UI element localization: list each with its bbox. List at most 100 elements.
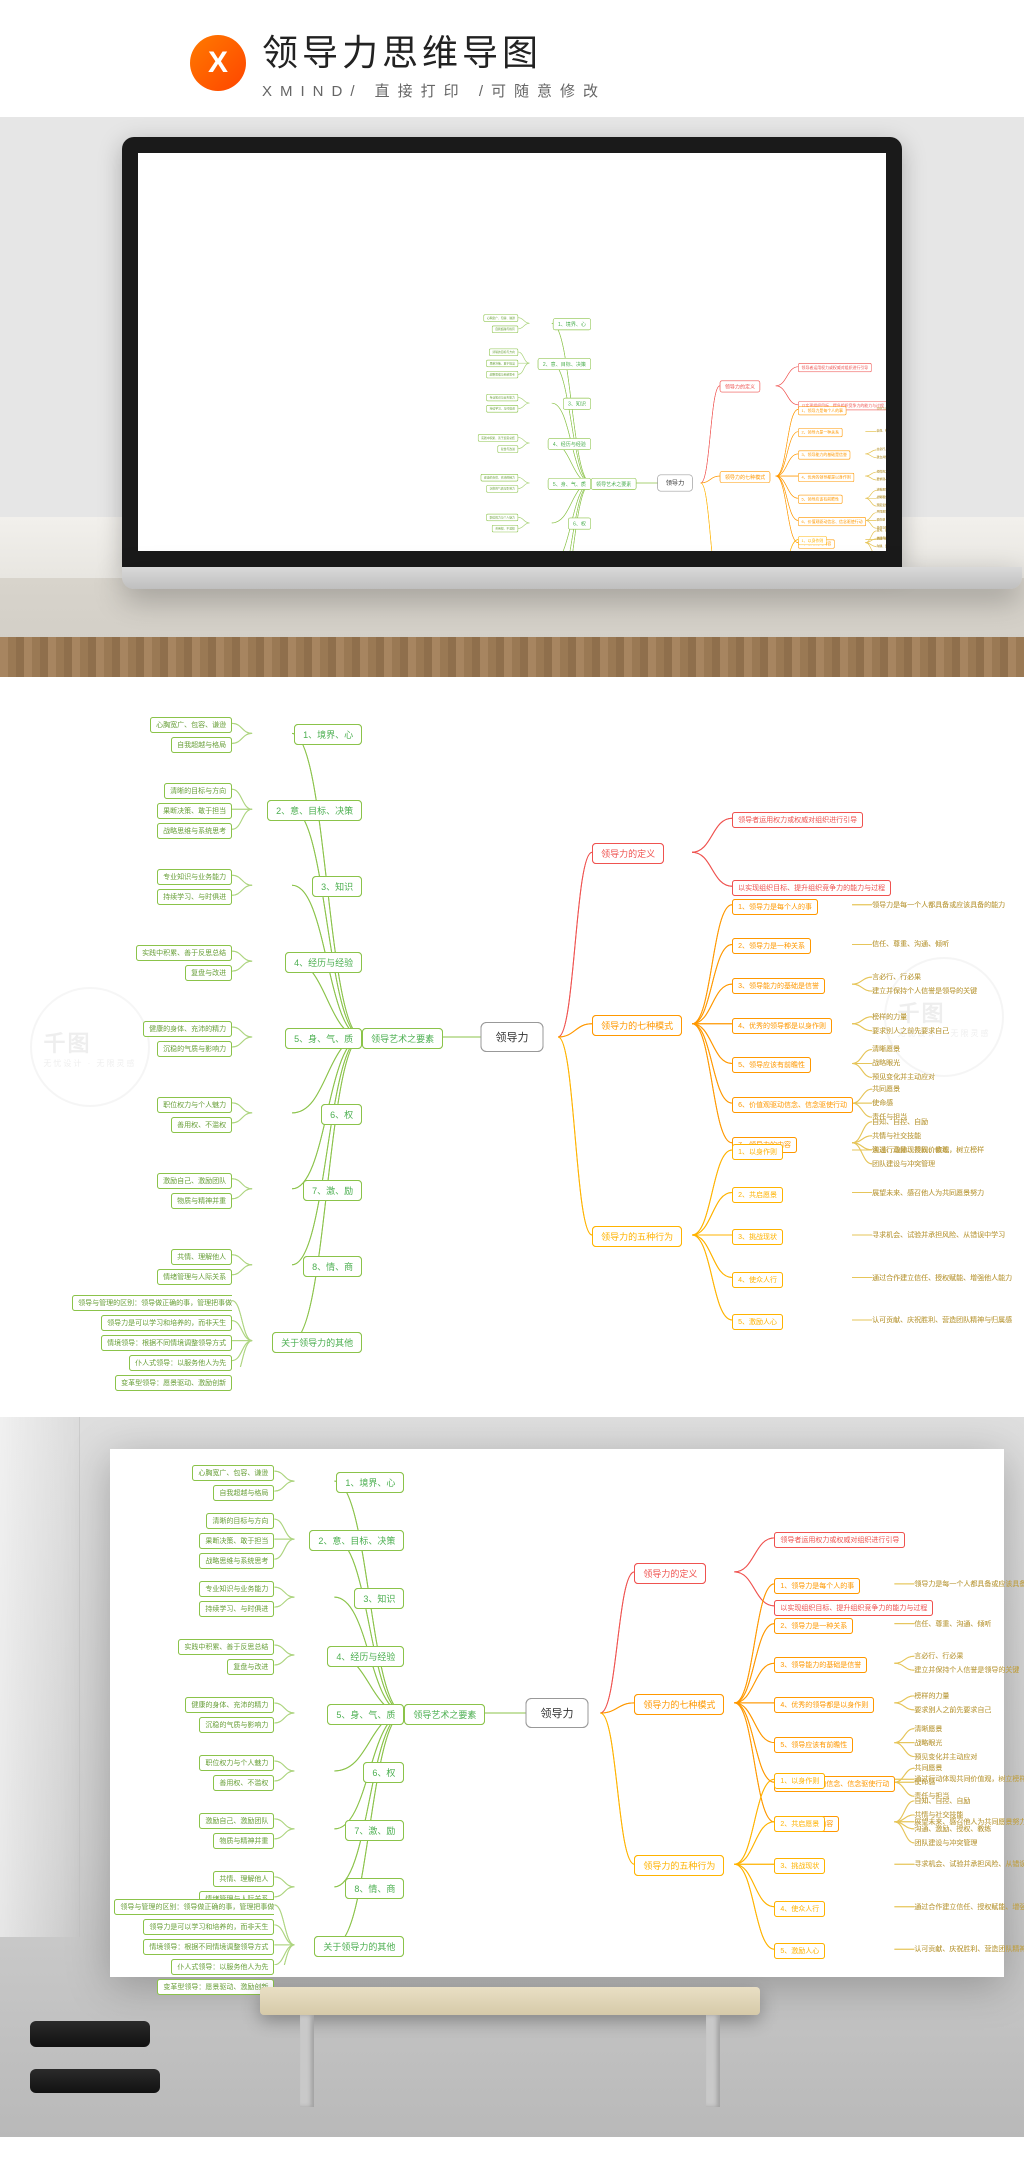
mindmap-leaf: 2、共启愿景 bbox=[732, 1187, 783, 1203]
mindmap-leaf: 4、优秀的领导都是以身作则 bbox=[774, 1697, 874, 1713]
mindmap-leaf: 战略思维与系统思考 bbox=[199, 1553, 274, 1569]
mindmap-center-node: 领导力 bbox=[658, 475, 693, 492]
mindmap-leaf: 5、领导应该有前瞻性 bbox=[799, 495, 843, 504]
mindmap-leaf: 3、挑战现状 bbox=[774, 1858, 825, 1874]
mindmap-leaf: 言必行、行必果 bbox=[914, 1651, 963, 1661]
mindmap-leaf: 领导力是可以学习和培养的，而非天生 bbox=[143, 1919, 274, 1935]
mindmap-leaf: 1、以身作则 bbox=[732, 1144, 783, 1160]
mindmap-leaf: 1、领导力是每个人的事 bbox=[774, 1578, 860, 1594]
office-window bbox=[0, 1417, 80, 1937]
mindmap-branch-left: 2、意、目标、决策 bbox=[309, 1530, 404, 1551]
mindmap-branch-right: 领导力的定义 bbox=[720, 381, 760, 393]
mindmap-leaf: 建立并保持个人信誉是领导的关键 bbox=[877, 455, 902, 459]
mindmap-leaf: 果断决策、敢于担当 bbox=[487, 360, 519, 367]
mindmap-branch-left: 1、境界、心 bbox=[294, 724, 362, 745]
mindmap-leaf: 2、共启愿景 bbox=[799, 560, 828, 567]
mindmap-branch-left: 2、意、目标、决策 bbox=[538, 358, 591, 370]
mindmap-leaf: 要求别人之前先要求自己 bbox=[872, 1026, 949, 1036]
mindmap-leaf: 团队建设与冲突管理 bbox=[872, 1159, 935, 1169]
mindmap-leaf: 物质与精神并重 bbox=[213, 1833, 274, 1849]
mindmap-leaf: 5、领导应该有前瞻性 bbox=[732, 1057, 811, 1073]
mindmap-leaf: 激励自己、激励团队 bbox=[487, 554, 519, 561]
mindmap-leaf: 使命感 bbox=[877, 518, 885, 522]
mindmap-branch-right: 领导力的定义 bbox=[634, 1563, 706, 1584]
mindmap-leaf: 物质与精神并重 bbox=[171, 1193, 232, 1209]
mindmap-leaf: 心胸宽广、包容、谦逊 bbox=[192, 1465, 274, 1481]
mindmap-leaf: 通过行动体现共同价值观，树立榜样 bbox=[872, 1145, 984, 1155]
mindmap-leaf: 自知、自控、自励 bbox=[872, 1117, 928, 1127]
mindmap-branch-left: 关于领导力的其他 bbox=[314, 1936, 404, 1957]
mindmap-leaf: 领导者运用权力或权威对组织进行引导 bbox=[799, 363, 872, 372]
mindmap-leaf: 激励自己、激励团队 bbox=[199, 1813, 274, 1829]
mindmap-leaf: 2、共启愿景 bbox=[774, 1816, 825, 1832]
mindmap-leaf: 2、共启愿景 bbox=[799, 560, 828, 567]
mindmap-branch-left: 4、经历与经验 bbox=[285, 952, 362, 973]
mindmap-leaf: 清晰愿景 bbox=[914, 1724, 942, 1734]
mindmap-leaf: 领导力是每一个人都具备或应该具备的能力 bbox=[914, 1579, 1024, 1589]
office-mockup-section: 领导力领导艺术之要素领导力的定义领导者运用权力或权威对组织进行引导以实现组织目标… bbox=[0, 1417, 1024, 2137]
mindmap-leaf: 寻求机会、试验并承担风险、从错误中学习 bbox=[914, 1859, 1024, 1869]
mindmap-leaf: 通过行动体现共同价值观，树立榜样 bbox=[914, 1774, 1024, 1784]
mindmap-leaf: 战略眼光 bbox=[872, 1058, 900, 1068]
xmind-logo-icon: X bbox=[190, 35, 246, 91]
mindmap-branch-left: 7、激、励 bbox=[303, 1180, 362, 1201]
mindmap-leaf: 战略眼光 bbox=[877, 495, 888, 499]
mindmap-leaf: 6、价值观驱动信念、信念驱使行动 bbox=[732, 1097, 853, 1113]
mindmap-leaf: 持续学习、与时俱进 bbox=[157, 889, 232, 905]
mindmap-leaf: 仆人式领导：以服务他人为先 bbox=[129, 1355, 232, 1371]
mindmap-leaf: 3、领导能力的基础是信誉 bbox=[774, 1657, 867, 1673]
mindmap-leaf: 战略思维与系统思考 bbox=[487, 371, 519, 378]
mindmap-leaf: 沉稳的气质与影响力 bbox=[199, 1717, 274, 1733]
mindmap-leaf: 健康的身体、充沛的精力 bbox=[185, 1697, 274, 1713]
mindmap-leaf: 1、领导力是每个人的事 bbox=[732, 899, 818, 915]
mindmap-leaf: 展望未来、感召他人为共同愿景努力 bbox=[914, 1817, 1024, 1827]
mindmap-leaf: 沉稳的气质与影响力 bbox=[487, 485, 519, 492]
mindmap-leaf: 团队建设与冲突管理 bbox=[914, 1838, 977, 1848]
mindmap-leaf: 使命感 bbox=[872, 1098, 893, 1108]
mindmap-branch-right: 领导力的七种模式 bbox=[592, 1015, 682, 1036]
mindmap-leaf: 建立并保持个人信誉是领导的关键 bbox=[872, 986, 977, 996]
mindmap-leaf: 健康的身体、充沛的精力 bbox=[481, 474, 519, 481]
mindmap-leaf: 实践中积累、善于反思总结 bbox=[178, 1639, 274, 1655]
wall-board: 领导力领导艺术之要素领导力的定义领导者运用权力或权威对组织进行引导以实现组织目标… bbox=[110, 1449, 1004, 1977]
mindmap-leaf: 果断决策、敢于担当 bbox=[157, 803, 232, 819]
mindmap-leaf: 清晰的目标与方向 bbox=[489, 349, 518, 356]
mindmap-leaf: 善用权、不滥权 bbox=[492, 525, 518, 532]
mindmap-leaf: 通过合作建立信任、授权赋能、增强他人能力 bbox=[872, 1273, 1012, 1283]
mindmap-leaf: 建立并保持个人信誉是领导的关键 bbox=[914, 1665, 1019, 1675]
mindmap-leaf: 1、以身作则 bbox=[774, 1773, 825, 1789]
mindmap-leaf: 通过合作建立信任、授权赋能、增强他人能力 bbox=[914, 1902, 1024, 1912]
mindmap-leaf: 共同愿景 bbox=[872, 1084, 900, 1094]
mindmap-leaf: 实践中积累、善于反思总结 bbox=[136, 945, 232, 961]
mindmap-leaf: 领导力是每一个人都具备或应该具备的能力 bbox=[877, 407, 902, 411]
mindmap-branch-left: 8、情、商 bbox=[303, 1256, 362, 1277]
mindmap-leaf: 要求别人之前先要求自己 bbox=[914, 1705, 991, 1715]
mindmap-leaf: 通过行动体现共同价值观，树立榜样 bbox=[877, 537, 902, 541]
mindmap-branch-left: 2、意、目标、决策 bbox=[267, 800, 362, 821]
mindmap-full-section: 千图 无忧设计 · 无限灵感 千图 无忧设计 · 无限灵感 领导力领导艺术之要素… bbox=[0, 677, 1024, 1417]
mindmap-leaf: 复盘与改进 bbox=[227, 1659, 274, 1675]
mindmap-leaf: 自知、自控、自励 bbox=[914, 1796, 970, 1806]
mindmap-branch-left: 7、激、励 bbox=[558, 558, 591, 567]
mindmap-left-root: 领导艺术之要素 bbox=[404, 1704, 485, 1725]
mindmap-leaf: 2、领导力是一种关系 bbox=[799, 428, 843, 437]
mindmap-branch-left: 6、权 bbox=[568, 518, 591, 530]
mindmap-branch-right: 领导力的五种行为 bbox=[634, 1855, 724, 1876]
mindmap-diagram-wall: 领导力领导艺术之要素领导力的定义领导者运用权力或权威对组织进行引导以实现组织目标… bbox=[122, 1461, 992, 1965]
office-chair bbox=[30, 2021, 160, 2121]
mindmap-branch-right: 领导力的定义 bbox=[592, 843, 664, 864]
mindmap-leaf: 变革型领导：愿景驱动、激励创新 bbox=[157, 1979, 274, 1995]
mindmap-leaf: 共情、理解他人 bbox=[213, 1871, 274, 1887]
laptop-base bbox=[122, 567, 1022, 589]
mindmap-leaf: 3、领导能力的基础是信誉 bbox=[732, 978, 825, 994]
mindmap-leaf: 3、挑战现状 bbox=[732, 1229, 783, 1245]
mindmap-leaf: 5、领导应该有前瞻性 bbox=[774, 1737, 853, 1753]
mindmap-leaf: 4、优秀的领导都是以身作则 bbox=[799, 473, 855, 482]
mindmap-leaf: 情绪管理与人际关系 bbox=[157, 1269, 232, 1285]
mindmap-leaf: 持续学习、与时俱进 bbox=[199, 1601, 274, 1617]
mindmap-leaf: 复盘与改进 bbox=[498, 445, 519, 452]
mindmap-leaf: 预见变化并主动应对 bbox=[877, 503, 902, 507]
mindmap-leaf: 预见变化并主动应对 bbox=[914, 1752, 977, 1762]
mindmap-leaf: 清晰愿景 bbox=[877, 488, 888, 492]
mindmap-leaf: 4、使众人行 bbox=[774, 1901, 825, 1917]
